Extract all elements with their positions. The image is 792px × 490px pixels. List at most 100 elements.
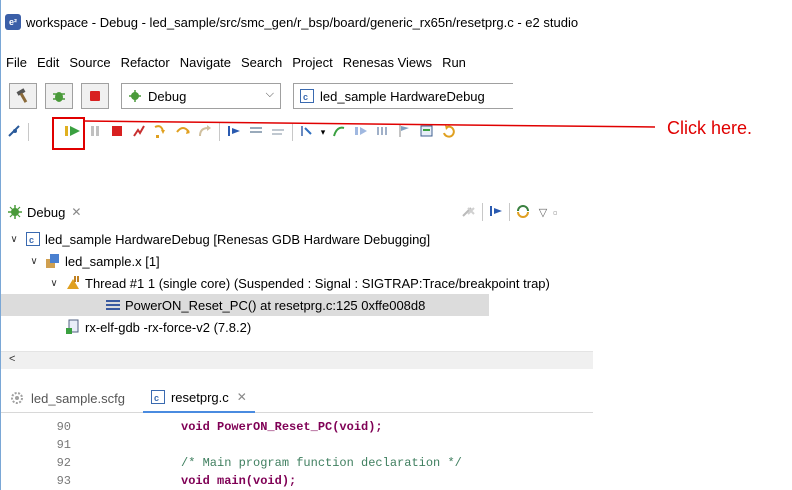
tree-row-launch[interactable]: ∨ c led_sample HardwareDebug [Renesas GD…	[1, 228, 593, 250]
debug-toolbar: ▾	[1, 120, 593, 144]
menu-file[interactable]: File	[1, 55, 32, 70]
menu-source[interactable]: Source	[64, 55, 115, 70]
tree-row-thread[interactable]: ∨ Thread #1 1 (single core) (Suspended :…	[1, 272, 593, 294]
skip-breakpoints-icon[interactable]	[3, 124, 25, 141]
main-toolbar: Debug ⌵ c led_sample HardwareDebug	[1, 80, 593, 112]
callout-label: Click here.	[667, 118, 753, 138]
close-icon[interactable]: ✕	[71, 205, 81, 219]
tab-debug[interactable]: Debug ✕	[7, 204, 81, 220]
line-number: 90	[56, 420, 71, 434]
editor-tab-label: led_sample.scfg	[31, 390, 125, 406]
editor-tab-bar: led_sample.scfg c resetprg.c ✕	[1, 383, 593, 413]
toolbar-separator	[219, 123, 220, 141]
flag-icon[interactable]	[394, 124, 416, 141]
tab-led-sample-scfg[interactable]: led_sample.scfg	[1, 384, 133, 412]
debug-config-icon	[129, 90, 141, 102]
step-over-icon[interactable]	[172, 124, 194, 141]
build-config-value: Debug	[148, 88, 187, 104]
svg-text:c: c	[154, 393, 159, 403]
stop-icon	[90, 91, 100, 101]
tree-label: led_sample HardwareDebug [Renesas GDB Ha…	[45, 231, 431, 247]
menu-refactor[interactable]: Refactor	[116, 55, 175, 70]
debug-view-header: Debug ✕ ▽ ▫	[1, 200, 593, 224]
c-launch-icon: c	[25, 231, 41, 247]
line-number: 93	[56, 474, 71, 488]
view-menu-icon[interactable]: ▽	[533, 206, 553, 219]
svg-text:c: c	[303, 92, 308, 102]
instruction-stepping-icon[interactable]	[223, 124, 245, 141]
debug-view-icon	[8, 205, 22, 219]
menu-renesas-views[interactable]: Renesas Views	[338, 55, 437, 70]
horizontal-scrollbar[interactable]: <	[1, 351, 593, 369]
tree-label: rx-elf-gdb -rx-force-v2 (7.8.2)	[85, 319, 252, 335]
scroll-left-icon[interactable]: <	[9, 353, 15, 365]
step-return-icon[interactable]	[194, 124, 216, 141]
ide-window-region: e² workspace - Debug - led_sample/src/sm…	[0, 0, 593, 490]
toolbar-separator	[509, 203, 510, 221]
close-icon[interactable]: ✕	[237, 390, 247, 404]
launch-config-value: led_sample HardwareDebug	[320, 88, 485, 104]
c-file-icon: c	[150, 390, 165, 404]
chevron-down-icon[interactable]: ∨	[27, 256, 41, 267]
run-to-line-icon[interactable]	[350, 124, 372, 141]
window-title: workspace - Debug - led_sample/src/smc_g…	[26, 14, 579, 30]
build-config-select[interactable]: Debug ⌵	[121, 83, 281, 109]
line-number: 91	[56, 438, 71, 452]
code-line: 93 void main(void);	[1, 472, 593, 490]
use-step-filters-icon[interactable]	[328, 124, 350, 141]
gear-icon	[11, 392, 23, 404]
code-text: void PowerON_Reset_PC(void);	[181, 420, 383, 434]
c-launch-icon: c	[300, 89, 314, 103]
build-button[interactable]	[9, 83, 37, 109]
restart-icon[interactable]	[245, 124, 267, 141]
tree-row-process[interactable]: ∨ led_sample.x [1]	[1, 250, 593, 272]
chevron-down-icon[interactable]: ∨	[47, 278, 61, 289]
minimize-icon[interactable]: ▫	[553, 205, 563, 220]
reset-icon[interactable]	[267, 124, 289, 141]
thread-suspended-icon	[65, 275, 81, 291]
code-line: 92 /* Main program function declaration …	[1, 454, 593, 472]
terminate-button[interactable]	[81, 83, 109, 109]
process-icon	[45, 253, 61, 269]
menu-bar: File Edit Source Refactor Navigate Searc…	[1, 52, 593, 72]
tab-resetprg-c[interactable]: c resetprg.c ✕	[142, 383, 255, 413]
sync-icon[interactable]	[513, 204, 533, 221]
tree-label: Thread #1 1 (single core) (Suspended : S…	[85, 275, 550, 291]
debug-tab-label: Debug	[27, 204, 66, 220]
toolbar-separator	[482, 203, 483, 221]
chevron-down-icon: ⌵	[265, 88, 274, 100]
tree-row-stack-frame[interactable]: PowerON_Reset_PC() at resetprg.c:125 0xf…	[1, 294, 489, 316]
instruction-step-mode-icon[interactable]	[486, 204, 506, 221]
debug-view-actions: ▽ ▫	[459, 203, 563, 221]
disconnect-icon[interactable]	[128, 124, 150, 141]
step-into-icon[interactable]	[150, 124, 172, 141]
launch-config-select[interactable]: c led_sample HardwareDebug	[293, 83, 513, 109]
bug-icon	[53, 92, 65, 102]
tree-label: PowerON_Reset_PC() at resetprg.c:125 0xf…	[125, 297, 426, 313]
stack-frame-icon	[105, 297, 121, 313]
pause-all-icon[interactable]	[372, 124, 394, 141]
code-line: 91	[1, 436, 593, 454]
debug-tree: ∨ c led_sample HardwareDebug [Renesas GD…	[1, 228, 593, 338]
suspend-icon[interactable]	[84, 124, 106, 141]
chevron-down-icon[interactable]: ∨	[7, 234, 21, 245]
line-number: 92	[56, 456, 71, 470]
memory-icon[interactable]	[416, 124, 438, 141]
code-text: void main(void);	[181, 474, 297, 488]
drop-to-frame-icon[interactable]	[296, 124, 318, 141]
code-editor[interactable]: 90 void PowerON_Reset_PC(void); 91 92 /*…	[1, 418, 593, 490]
terminate-debug-icon[interactable]	[106, 124, 128, 141]
menu-navigate[interactable]: Navigate	[175, 55, 236, 70]
refresh-icon[interactable]	[438, 124, 460, 141]
tree-label: led_sample.x [1]	[65, 253, 160, 269]
menu-edit[interactable]: Edit	[32, 55, 64, 70]
menu-run[interactable]: Run	[437, 55, 471, 70]
toolbar-separator	[292, 123, 293, 141]
remove-all-terminated-icon[interactable]	[459, 204, 479, 221]
tree-row-gdb[interactable]: rx-elf-gdb -rx-force-v2 (7.8.2)	[1, 316, 593, 338]
chevron-down-icon[interactable]: ▾	[318, 127, 328, 138]
menu-project[interactable]: Project	[287, 55, 337, 70]
debug-button[interactable]	[45, 83, 73, 109]
toolbar-separator	[28, 123, 29, 141]
menu-search[interactable]: Search	[236, 55, 287, 70]
